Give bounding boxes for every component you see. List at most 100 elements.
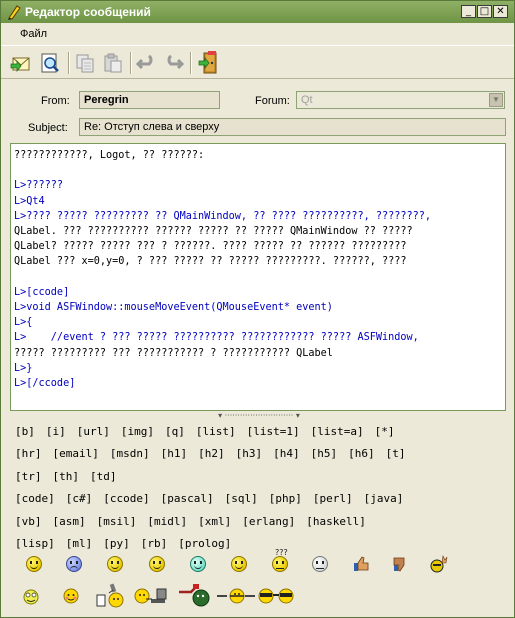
thumbs-down-icon[interactable]: [391, 554, 411, 574]
tag-button[interactable]: [email]: [53, 447, 99, 460]
tag-button[interactable]: [list]: [196, 425, 236, 438]
tag-button[interactable]: [haskell]: [306, 515, 366, 528]
frown-icon[interactable]: [64, 554, 84, 574]
paste-icon[interactable]: [101, 51, 125, 75]
tag-button[interactable]: [xml]: [198, 515, 231, 528]
preview-icon[interactable]: [38, 51, 62, 75]
typing-icon[interactable]: [133, 583, 173, 609]
splitter-handle[interactable]: ▾ ··························· ▾: [201, 412, 317, 420]
grin-face: [149, 556, 165, 572]
tag-button[interactable]: [h3]: [236, 447, 263, 460]
chevron-down-icon[interactable]: ▼: [489, 93, 503, 107]
editor-line: L>???? ????? ????????? ?? QMainWindow, ?…: [14, 210, 432, 222]
tag-button[interactable]: [list=1]: [247, 425, 300, 438]
editor-line: L>[ccode]: [14, 286, 70, 298]
tag-button[interactable]: [b]: [15, 425, 35, 438]
undo-icon[interactable]: [135, 51, 159, 75]
tag-button[interactable]: [sql]: [225, 492, 258, 505]
tag-button[interactable]: [code]: [15, 492, 55, 505]
thumbs-up-icon[interactable]: [351, 554, 371, 574]
tag-button[interactable]: [h1]: [161, 447, 188, 460]
editor-line: L>void ASFWindow::mouseMoveEvent(QMouseE…: [14, 302, 333, 314]
editor-line: L>??????: [14, 180, 64, 192]
tag-button[interactable]: [th]: [53, 470, 80, 483]
editor-line: QLabel ??? x=0,y=0, ? ??? ????? ?? ?????…: [14, 256, 407, 268]
tag-button[interactable]: [ccode]: [103, 492, 149, 505]
tag-button[interactable]: [q]: [165, 425, 185, 438]
title-bar[interactable]: Редактор сообщений _ □ ✕: [1, 1, 514, 23]
shocked-icon[interactable]: [310, 554, 330, 574]
from-label: From:: [41, 95, 70, 107]
forum-select[interactable]: Qt ▼: [296, 91, 505, 109]
toolbar-separator: [130, 52, 132, 74]
forum-value: Qt: [301, 94, 313, 106]
smile-icon[interactable]: [24, 554, 44, 574]
devil-icon[interactable]: [429, 554, 449, 574]
cool-icon[interactable]: [188, 554, 208, 574]
menu-file[interactable]: Файл: [20, 28, 47, 40]
redo-icon[interactable]: [161, 51, 185, 75]
tag-button[interactable]: [perl]: [313, 492, 353, 505]
bbcode-tag-panel: [b] [i] [url] [img] [q] [list] [list=1] [list=a…: [15, 425, 509, 559]
fight-icon[interactable]: [217, 583, 257, 609]
tag-button[interactable]: [h6]: [348, 447, 375, 460]
tag-row: [hr] [email] [msdn] [h1] [h2] [h3] [h4] [h5] [h6…: [15, 447, 509, 469]
tag-button[interactable]: [midl]: [147, 515, 187, 528]
confused-icon[interactable]: ???: [270, 548, 290, 574]
editor-line: QLabel? ????? ????? ??? ? ??????. ???? ?…: [14, 241, 407, 253]
tag-button[interactable]: [prolog]: [178, 537, 231, 550]
message-text[interactable]: ????????????, Logot, ?? ??????: L>??????…: [11, 144, 505, 391]
close-button[interactable]: ✕: [493, 5, 508, 18]
minimize-button[interactable]: _: [461, 5, 476, 18]
menu-bar: Файл: [1, 24, 514, 44]
tag-button[interactable]: [td]: [90, 470, 117, 483]
maximize-button[interactable]: □: [477, 5, 492, 18]
toolbar-separator: [68, 52, 70, 74]
tag-button[interactable]: [ml]: [66, 537, 93, 550]
subject-field[interactable]: Re: Отступ слева и сверху: [79, 118, 506, 136]
tag-button[interactable]: [lisp]: [15, 537, 55, 550]
tag-button[interactable]: [list=a]: [311, 425, 364, 438]
editor-line: QLabel. ??? ?????????? ?????? ????? ?? ?…: [14, 226, 413, 238]
subject-label: Subject:: [28, 122, 68, 134]
tag-button[interactable]: [pascal]: [161, 492, 214, 505]
weapon-icon[interactable]: [177, 583, 213, 609]
tag-button[interactable]: [tr]: [15, 470, 42, 483]
tag-button[interactable]: [h5]: [311, 447, 338, 460]
tag-button[interactable]: [img]: [121, 425, 154, 438]
writer-icon[interactable]: [95, 583, 127, 609]
tag-button[interactable]: [msdn]: [110, 447, 150, 460]
tag-button[interactable]: [java]: [364, 492, 404, 505]
tag-button[interactable]: [hr]: [15, 447, 42, 460]
grin-icon[interactable]: [147, 554, 167, 574]
tag-button[interactable]: [py]: [103, 537, 130, 550]
copy-icon[interactable]: [73, 51, 97, 75]
tag-button[interactable]: [rb]: [141, 537, 168, 550]
tag-button[interactable]: [*]: [375, 425, 395, 438]
wink-icon[interactable]: [105, 554, 125, 574]
tag-button[interactable]: [url]: [77, 425, 110, 438]
toolbar: [1, 45, 514, 79]
tag-button[interactable]: [vb]: [15, 515, 42, 528]
question-marks: ???: [275, 548, 288, 557]
window-title: Редактор сообщений: [25, 5, 151, 19]
tag-button[interactable]: [php]: [269, 492, 302, 505]
crazy-icon[interactable]: [20, 583, 42, 609]
send-icon[interactable]: [9, 51, 33, 75]
beer-icon[interactable]: [229, 554, 249, 574]
tag-button[interactable]: [msil]: [97, 515, 137, 528]
tag-button[interactable]: [erlang]: [242, 515, 295, 528]
tag-button[interactable]: [c#]: [66, 492, 93, 505]
message-editor[interactable]: ????????????, Logot, ?? ??????: L>??????…: [10, 143, 506, 411]
smile-face: [26, 556, 42, 572]
editor-line: ????????????, Logot, ?? ??????:: [14, 150, 205, 161]
binoculars-icon[interactable]: [256, 583, 296, 609]
exit-icon[interactable]: [197, 51, 221, 75]
tag-button[interactable]: [asm]: [53, 515, 86, 528]
tag-button[interactable]: [h2]: [198, 447, 225, 460]
tag-button[interactable]: [t]: [386, 447, 406, 460]
tag-button[interactable]: [h4]: [273, 447, 300, 460]
tag-button[interactable]: [i]: [46, 425, 66, 438]
shy-icon[interactable]: [62, 583, 80, 609]
shocked-face: [312, 556, 328, 572]
